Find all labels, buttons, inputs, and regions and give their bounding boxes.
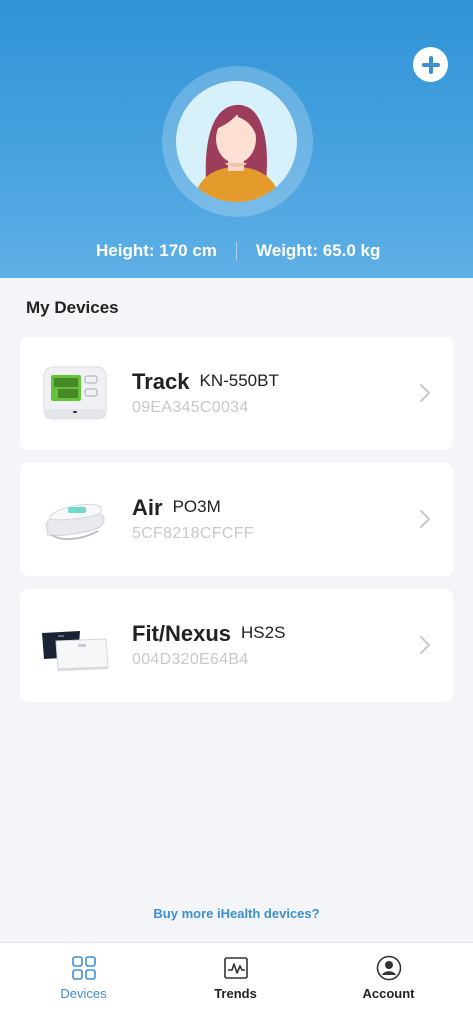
device-card-fit-nexus[interactable]: Fit/Nexus HS2S 004D320E64B4 [20, 589, 453, 702]
stats-divider [236, 242, 237, 260]
avatar[interactable] [176, 81, 297, 202]
device-card-track[interactable]: Track KN-550BT 09EA345C0034 [20, 337, 453, 450]
tab-label: Account [362, 986, 415, 1001]
weight-value: Weight: 65.0 kg [256, 241, 381, 260]
device-id: 004D320E64B4 [132, 651, 249, 668]
chevron-right-icon [420, 510, 430, 528]
tab-label: Trends [214, 986, 257, 1001]
buy-more-devices-link[interactable]: Buy more iHealth devices? [0, 906, 473, 921]
tab-trends[interactable]: Trends [157, 943, 314, 1024]
body-stats: Height: 170 cm Weight: 65.0 kg [0, 240, 473, 262]
my-devices-title: My Devices [26, 298, 119, 317]
device-id: 09EA345C0034 [132, 399, 249, 416]
user-avatar-icon [194, 104, 280, 202]
smart-scale-icon [40, 611, 110, 681]
height-value: Height: 170 cm [96, 241, 217, 260]
device-name: Air PO3M [132, 495, 221, 520]
tab-account[interactable]: Account [310, 943, 467, 1024]
device-id: 5CF8218CFCFF [132, 525, 254, 542]
add-device-button[interactable] [413, 47, 448, 82]
account-icon [376, 955, 402, 981]
trends-chart-icon [223, 955, 249, 981]
devices-grid-icon [71, 955, 97, 981]
chevron-right-icon [420, 636, 430, 654]
device-name: Fit/Nexus HS2S [132, 621, 286, 646]
bottom-tab-bar: Devices Trends Account [0, 942, 473, 1024]
pulse-oximeter-icon [40, 485, 110, 555]
device-name: Track KN-550BT [132, 369, 279, 394]
blood-pressure-monitor-icon [40, 359, 110, 429]
device-model: PO3M [172, 497, 221, 516]
chevron-right-icon [420, 384, 430, 402]
device-model: KN-550BT [199, 371, 279, 390]
profile-header: Height: 170 cm Weight: 65.0 kg [0, 0, 473, 278]
plus-circle-icon [421, 55, 440, 74]
tab-devices[interactable]: Devices [5, 943, 162, 1024]
device-model: HS2S [241, 623, 286, 642]
tab-label: Devices [60, 986, 107, 1001]
device-card-air[interactable]: Air PO3M 5CF8218CFCFF [20, 463, 453, 576]
